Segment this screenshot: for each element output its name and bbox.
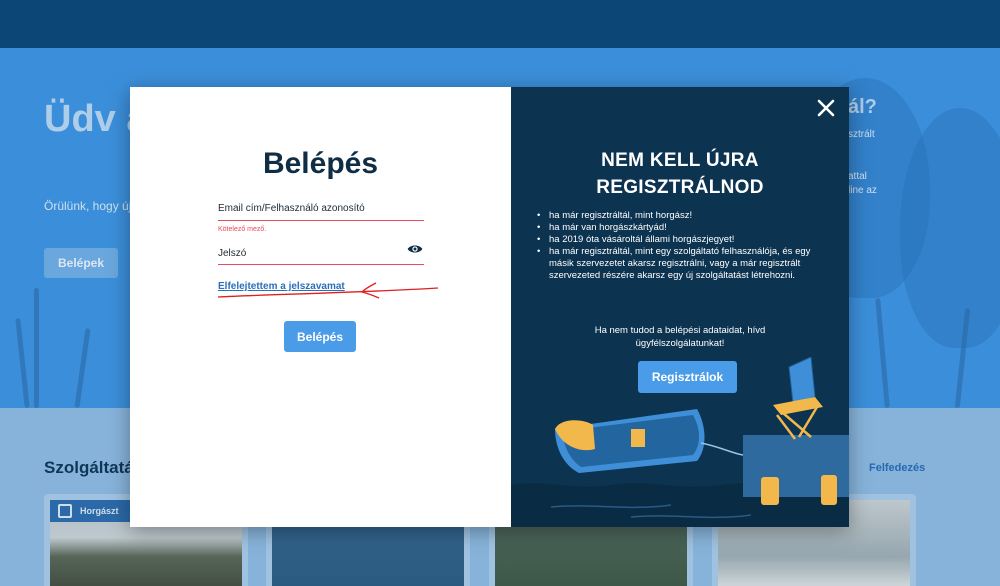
red-scribble-annotation: [217, 282, 439, 299]
login-submit-button[interactable]: Belépés: [284, 321, 356, 352]
close-icon[interactable]: [816, 98, 836, 118]
register-title: NEM KELL ÚJRA REGISZTRÁLNOD: [596, 150, 764, 198]
list-item: ha már van horgászkártyád!: [535, 222, 830, 234]
email-field[interactable]: Email cím/Felhasználó azonosító: [218, 203, 365, 214]
login-modal: Belépés Email cím/Felhasználó azonosító …: [130, 87, 849, 527]
login-title: Belépés: [262, 147, 379, 180]
email-error-message: Kötelező mező.: [218, 226, 267, 233]
list-item: ha 2019 óta vásároltál állami horgászjeg…: [535, 234, 830, 246]
register-info-panel: NEM KELL ÚJRA REGISZTRÁLNOD ha már regis…: [511, 87, 849, 527]
eye-icon[interactable]: [407, 243, 423, 255]
support-help-text: Ha nem tudod a belépési adataidat, hívd …: [594, 325, 766, 349]
register-reasons-list: ha már regisztráltál, mint horgász! ha m…: [535, 210, 830, 282]
password-field-underline: [218, 264, 424, 265]
password-field[interactable]: Jelszó: [218, 248, 246, 259]
register-button[interactable]: Regisztrálok: [638, 361, 737, 393]
login-panel: Belépés Email cím/Felhasználó azonosító …: [130, 87, 511, 527]
list-item: ha már regisztráltál, mint horgász!: [535, 210, 830, 222]
list-item: ha már regisztráltál, mint egy szolgálta…: [535, 246, 830, 282]
email-field-underline: [218, 220, 424, 221]
